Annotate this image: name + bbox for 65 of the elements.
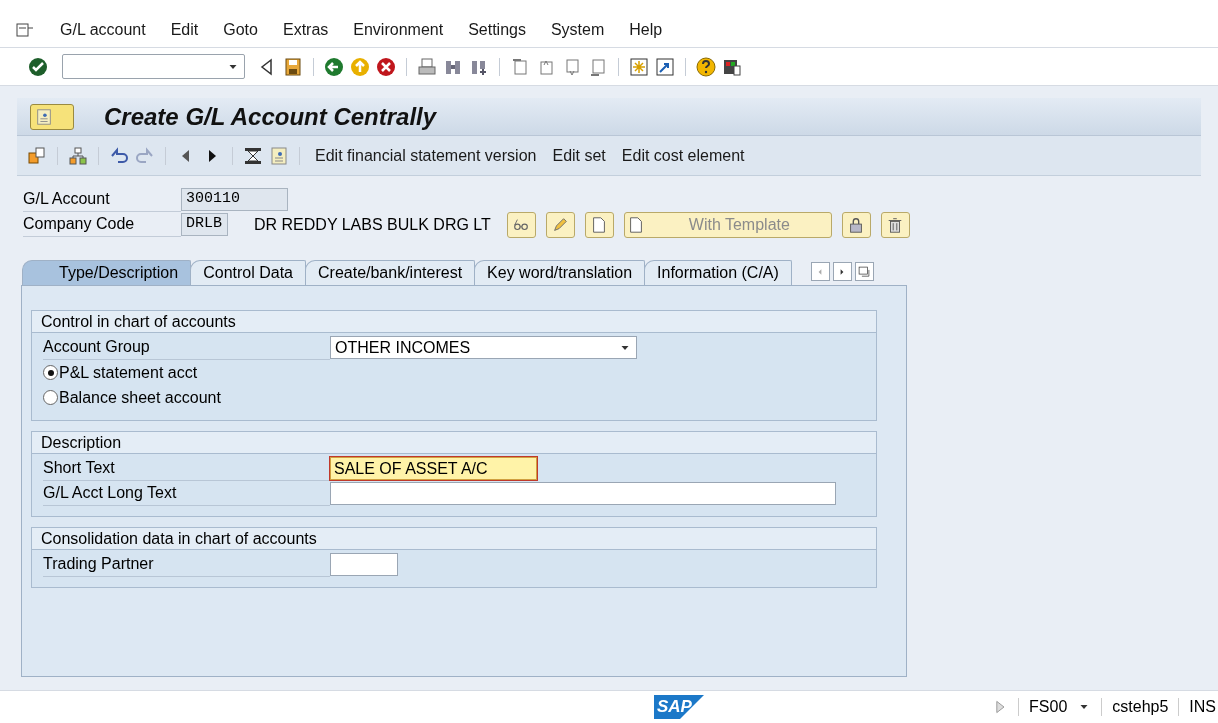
copy-icon[interactable] — [27, 145, 47, 166]
menu-button[interactable] — [30, 103, 74, 130]
toolbar-button[interactable]: Edit financial statement version — [310, 143, 542, 168]
menu-item[interactable]: Environment — [353, 17, 444, 42]
section-title: Description — [32, 432, 876, 454]
cancel-icon[interactable] — [376, 56, 396, 77]
menu-item[interactable]: Edit — [170, 17, 199, 42]
scroll-right-button[interactable] — [832, 262, 852, 281]
sap-logo: SAP — [654, 695, 704, 719]
transaction-code: FS00 — [1029, 697, 1068, 717]
menu-item[interactable]: Settings — [468, 17, 526, 42]
field-label: Account Group — [43, 335, 330, 360]
page-first-icon[interactable] — [510, 56, 530, 77]
input-field[interactable] — [330, 482, 836, 505]
section-title: Consolidation data in chart of accounts — [32, 528, 876, 550]
tab[interactable]: Information (C/A) — [644, 260, 792, 285]
undo-icon[interactable] — [109, 145, 129, 166]
field-value: DRLB — [181, 213, 228, 236]
tab[interactable]: Create/bank/interest — [305, 260, 476, 285]
menu-item[interactable]: G/L account — [60, 17, 146, 42]
save-icon[interactable] — [283, 56, 303, 77]
toolbar-button[interactable]: Edit cost element — [616, 143, 750, 168]
tab[interactable]: Control Data — [190, 260, 306, 285]
radio-label: P&L statement acct — [59, 362, 198, 383]
shortcut-icon[interactable] — [655, 56, 675, 77]
page-last-icon[interactable] — [588, 56, 608, 77]
document-icon[interactable] — [269, 145, 289, 166]
menu-item[interactable]: Goto — [223, 17, 258, 42]
new-window-icon[interactable] — [629, 56, 649, 77]
toolbar-button[interactable]: Edit set — [547, 143, 611, 168]
input-field[interactable] — [330, 553, 398, 576]
tab-list-icon — [857, 264, 872, 279]
server-name: cstehp5 — [1112, 697, 1169, 717]
dropdown-field[interactable]: OTHER INCOMES — [330, 336, 637, 359]
page-button[interactable] — [584, 211, 614, 238]
page-title: Create G/L Account Centrally — [104, 101, 437, 132]
field-label: G/L Acct Long Text — [43, 481, 330, 506]
command-field[interactable] — [62, 54, 245, 79]
tab[interactable]: Type/Description — [22, 260, 192, 285]
menu-item[interactable]: Extras — [282, 17, 329, 42]
document-icon — [35, 107, 53, 126]
help-icon[interactable] — [696, 56, 716, 77]
tab-list-button[interactable] — [854, 262, 874, 281]
radio-button[interactable] — [43, 365, 58, 380]
print-icon[interactable] — [417, 56, 437, 77]
menu-item[interactable]: Help — [629, 17, 663, 42]
lock-button[interactable] — [841, 211, 871, 238]
radio-label: Balance sheet account — [59, 387, 221, 408]
check-icon[interactable] — [28, 56, 48, 77]
scroll-left-button[interactable] — [810, 262, 830, 281]
field-label: Trading Partner — [43, 552, 330, 577]
hierarchy-icon[interactable] — [68, 145, 88, 166]
menu-item[interactable]: System — [550, 17, 605, 42]
input-mode: INS — [1189, 697, 1217, 717]
field-value: 300110 — [181, 188, 288, 211]
hourglass-icon[interactable] — [243, 145, 263, 166]
tab[interactable]: Key word/translation — [474, 260, 646, 285]
input-field[interactable]: SALE OF ASSET A/C — [330, 457, 537, 480]
pencil-icon — [551, 215, 570, 234]
glasses-button[interactable] — [506, 211, 536, 238]
radio-button[interactable] — [43, 390, 58, 405]
pencil-button[interactable] — [545, 211, 575, 238]
section-title: Control in chart of accounts — [32, 311, 876, 333]
company-name: DR REDDY LABS BULK DRG LT — [254, 214, 491, 235]
trash-button[interactable] — [880, 211, 910, 238]
